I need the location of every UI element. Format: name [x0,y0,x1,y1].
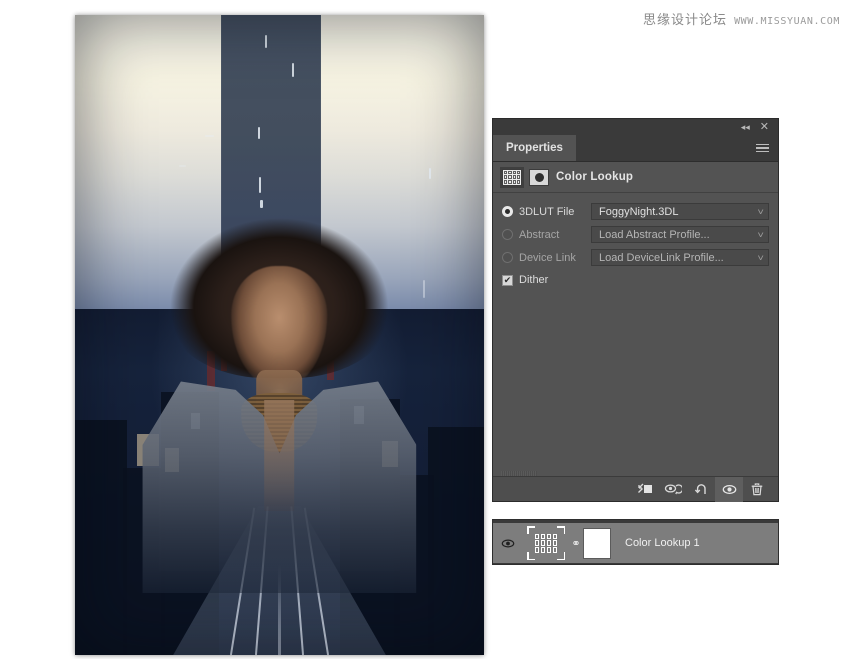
row-3dlut-file: 3DLUT File FoggyNight.3DL ˅ [502,203,769,220]
label-abstract: Abstract [519,228,560,241]
select-abstract-profile[interactable]: Load Abstract Profile... ˅ [591,226,769,243]
link-icon[interactable]: ⚭ [569,537,583,550]
panel-titlebar: ◂◂ ✕ [493,119,778,135]
layer-visibility-toggle[interactable] [493,538,523,549]
layer-mask-thumbnail[interactable] [583,527,611,559]
reset-icon[interactable] [687,477,715,502]
watermark-chinese: 思缘设计论坛 [643,13,728,28]
delete-icon[interactable] [743,477,771,502]
panel-menu-button[interactable] [747,135,778,161]
panel-footer-toolbar [493,476,778,502]
label-3dlut-file: 3DLUT File [519,205,575,218]
view-previous-state-icon[interactable] [659,477,687,502]
radio-3dlut-file[interactable] [502,206,513,217]
select-abstract-profile-value: Load Abstract Profile... [599,228,710,241]
layers-panel: ⚭ Color Lookup 1 [492,519,779,565]
properties-panel: ◂◂ ✕ Properties Color Lookup 3DLUT File … [492,118,779,502]
chevron-down-icon: ˅ [757,206,764,217]
label-dither: Dither [519,274,549,286]
clip-to-layer-icon[interactable] [631,477,659,502]
layer-thumbnail[interactable] [523,523,569,563]
row-abstract: Abstract Load Abstract Profile... ˅ [502,226,769,243]
properties-body: 3DLUT File FoggyNight.3DL ˅ Abstract Loa… [493,193,778,288]
layer-name-label: Color Lookup 1 [625,537,700,549]
collapse-icon[interactable]: ◂◂ [741,122,750,132]
row-device-link: Device Link Load DeviceLink Profile... ˅ [502,249,769,266]
adjustment-title: Color Lookup [556,171,634,183]
layer-mask-icon[interactable] [529,168,549,186]
artwork-image [75,15,484,655]
select-3dlut-file-value: FoggyNight.3DL [599,205,679,218]
chevron-down-icon: ˅ [757,229,764,240]
watermark: 思缘设计论坛 WWW.MISSYUAN.COM [643,9,840,28]
tab-properties-label: Properties [506,142,563,154]
check-icon: ✔ [503,274,512,285]
radio-abstract[interactable] [502,229,513,240]
select-devicelink-profile-value: Load DeviceLink Profile... [599,251,724,264]
select-devicelink-profile[interactable]: Load DeviceLink Profile... ˅ [591,249,769,266]
panel-tabbar: Properties [493,135,778,162]
tab-properties[interactable]: Properties [493,135,576,161]
layer-row-color-lookup-1[interactable]: ⚭ Color Lookup 1 [493,523,778,563]
select-3dlut-file[interactable]: FoggyNight.3DL ˅ [591,203,769,220]
hamburger-icon [756,142,769,155]
radio-device-link[interactable] [502,252,513,263]
selection-frame [527,526,565,560]
vignette [75,15,484,655]
visibility-icon[interactable] [715,476,743,502]
checkbox-dither[interactable]: ✔ [502,274,513,286]
chevron-down-icon: ˅ [757,252,764,263]
label-device-link: Device Link [519,251,576,264]
row-dither[interactable]: ✔ Dither [502,272,769,288]
close-icon[interactable]: ✕ [760,121,769,133]
adjustment-header: Color Lookup [493,162,778,193]
color-lookup-grid-icon [500,166,524,188]
watermark-url: WWW.MISSYUAN.COM [734,16,840,27]
